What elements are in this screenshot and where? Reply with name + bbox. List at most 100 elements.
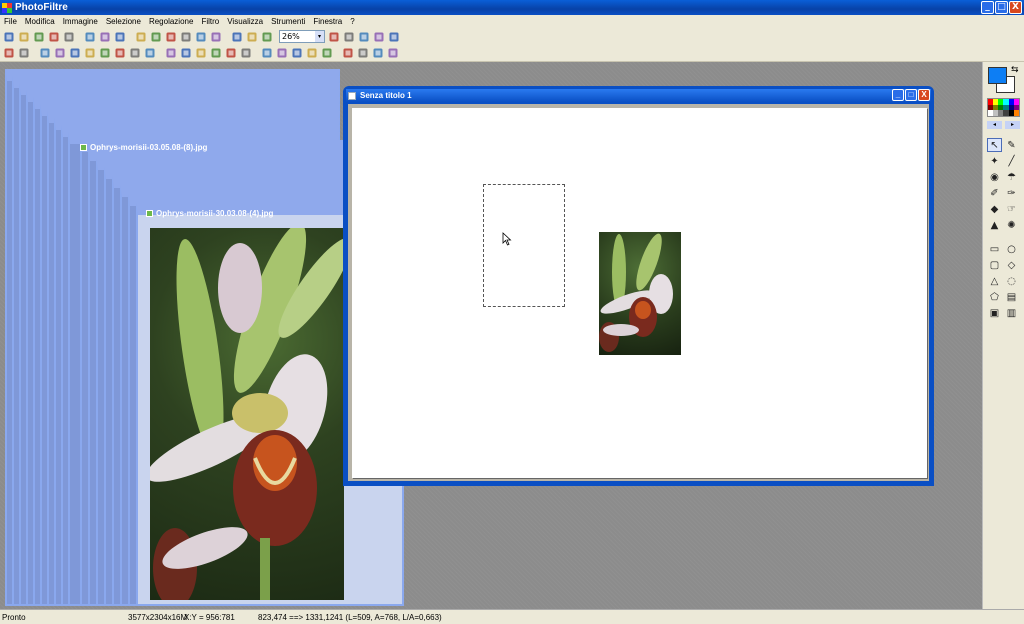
doc-close-button[interactable]: X — [918, 89, 930, 101]
auto-contrast-icon[interactable] — [18, 47, 30, 59]
blur-icon[interactable] — [210, 47, 222, 59]
brightness-plus-icon[interactable] — [54, 47, 66, 59]
menu-modifica[interactable]: Modifica — [21, 17, 59, 26]
save-icon[interactable] — [33, 31, 45, 43]
chevron-down-icon[interactable]: ▾ — [315, 31, 324, 42]
undo-icon[interactable] — [84, 31, 96, 43]
selection-mode-a-icon[interactable]: ▣ — [987, 306, 1002, 320]
zoom-select[interactable]: 26% ▾ — [279, 30, 325, 43]
triangle-icon[interactable] — [261, 47, 273, 59]
color-palette[interactable] — [987, 98, 1020, 117]
maximize-button[interactable]: □ — [995, 1, 1008, 14]
grayscale-icon[interactable] — [135, 31, 147, 43]
drop-icon[interactable] — [276, 47, 288, 59]
palette-swatch[interactable] — [1013, 110, 1019, 116]
contrast-plus-icon[interactable] — [84, 47, 96, 59]
plugin-icon[interactable] — [246, 31, 258, 43]
ellipse-select-icon[interactable]: ○ — [1004, 242, 1019, 256]
line-tool-icon[interactable]: ╱ — [1004, 154, 1019, 168]
menu-selezione[interactable]: Selezione — [102, 17, 145, 26]
border-icon[interactable] — [321, 47, 333, 59]
clone-tool-icon[interactable]: ✺ — [1004, 218, 1019, 232]
menu-help[interactable]: ? — [346, 17, 358, 26]
stamp-tool-icon[interactable]: ▲ — [987, 218, 1002, 232]
document-titlebar[interactable]: Senza titolo 1 _ □ X — [346, 89, 931, 102]
menu-strumenti[interactable]: Strumenti — [267, 17, 309, 26]
zoom-out-icon[interactable] — [343, 31, 355, 43]
palette-next-button[interactable]: ▸ — [1005, 121, 1020, 129]
gamma-plus-icon[interactable] — [144, 47, 156, 59]
paste-icon[interactable] — [195, 31, 207, 43]
sharpen-icon[interactable] — [225, 47, 237, 59]
text-icon[interactable] — [210, 31, 222, 43]
magic-wand-tool-icon[interactable]: ✦ — [987, 154, 1002, 168]
document-window[interactable]: Senza titolo 1 _ □ X — [343, 86, 934, 486]
browser-icon[interactable] — [231, 31, 243, 43]
copy-icon[interactable] — [180, 31, 192, 43]
fullscreen-icon[interactable] — [388, 31, 400, 43]
selection-mode-b-icon[interactable]: ▥ — [1004, 306, 1019, 320]
menu-file[interactable]: File — [0, 17, 21, 26]
menu-visualizza[interactable]: Visualizza — [223, 17, 267, 26]
rounded-rect-select-icon[interactable]: ▢ — [987, 258, 1002, 272]
flip-h-icon[interactable] — [342, 47, 354, 59]
menu-filtro[interactable]: Filtro — [197, 17, 223, 26]
palette-icon[interactable] — [291, 47, 303, 59]
rectangle-select-icon[interactable]: ▭ — [987, 242, 1002, 256]
load-shape-icon[interactable]: ▤ — [1004, 290, 1019, 304]
selection-tool-icon[interactable]: ↖ — [987, 138, 1002, 152]
eyedropper-tool-icon[interactable]: ✎ — [1004, 138, 1019, 152]
frame-icon[interactable] — [306, 47, 318, 59]
doc-maximize-button[interactable]: □ — [905, 89, 917, 101]
spray-tool-icon[interactable]: ☂ — [1004, 170, 1019, 184]
fit-icon[interactable] — [358, 31, 370, 43]
cascade-window-title-b[interactable]: Ophrys-morisii-30.03.08-(4).jpg — [146, 209, 273, 218]
triangle-select-icon[interactable]: △ — [987, 274, 1002, 288]
foreground-color-swatch[interactable] — [988, 67, 1007, 84]
open-folder-icon[interactable] — [18, 31, 30, 43]
print-icon[interactable] — [48, 31, 60, 43]
swap-colors-icon[interactable]: ⇆ — [1011, 65, 1019, 75]
saturation-plus-icon[interactable] — [114, 47, 126, 59]
dashed-selection[interactable] — [483, 184, 565, 307]
gamma-minus-icon[interactable] — [129, 47, 141, 59]
rgb-icon[interactable] — [150, 31, 162, 43]
polygon-select-icon[interactable]: ⬠ — [987, 290, 1002, 304]
mask-icon[interactable] — [195, 47, 207, 59]
scanner-icon[interactable] — [63, 31, 75, 43]
menu-regolazione[interactable]: Regolazione — [145, 17, 197, 26]
filter-a-icon[interactable] — [165, 47, 177, 59]
filter-b-icon[interactable] — [180, 47, 192, 59]
cascade-window-title-a[interactable]: Ophrys-morisii-03.05.08-(8).jpg — [80, 143, 207, 152]
contrast-minus-icon[interactable] — [69, 47, 81, 59]
pasted-orchid-image[interactable] — [599, 232, 681, 355]
crop-icon[interactable] — [114, 31, 126, 43]
lasso-select-icon[interactable]: ◌ — [1004, 274, 1019, 288]
smudge-tool-icon[interactable]: ☞ — [1004, 202, 1019, 216]
flip-v-icon[interactable] — [357, 47, 369, 59]
brightness-minus-icon[interactable] — [39, 47, 51, 59]
orchid-photo[interactable] — [150, 228, 344, 600]
image-canvas[interactable] — [352, 108, 927, 478]
auto-levels-icon[interactable] — [3, 47, 15, 59]
image-icon[interactable] — [261, 31, 273, 43]
zoom-in-icon[interactable] — [328, 31, 340, 43]
rotate-icon[interactable] — [372, 47, 384, 59]
menu-finestra[interactable]: Finestra — [309, 17, 346, 26]
diamond-select-icon[interactable]: ◇ — [1004, 258, 1019, 272]
saturation-minus-icon[interactable] — [99, 47, 111, 59]
doc-minimize-button[interactable]: _ — [892, 89, 904, 101]
advanced-brush-tool-icon[interactable]: ✑ — [1004, 186, 1019, 200]
menu-immagine[interactable]: Immagine — [59, 17, 102, 26]
palette-prev-button[interactable]: ◂ — [987, 121, 1002, 129]
close-button[interactable]: X — [1009, 1, 1022, 14]
actual-size-icon[interactable] — [373, 31, 385, 43]
fill-tool-icon[interactable]: ◉ — [987, 170, 1002, 184]
blur-tool-icon[interactable]: ◆ — [987, 202, 1002, 216]
new-file-icon[interactable] — [3, 31, 15, 43]
watercolor-icon[interactable] — [240, 47, 252, 59]
transform-icon[interactable] — [387, 47, 399, 59]
minimize-button[interactable]: _ — [981, 1, 994, 14]
brush-tool-icon[interactable]: ✐ — [987, 186, 1002, 200]
redo-icon[interactable] — [99, 31, 111, 43]
